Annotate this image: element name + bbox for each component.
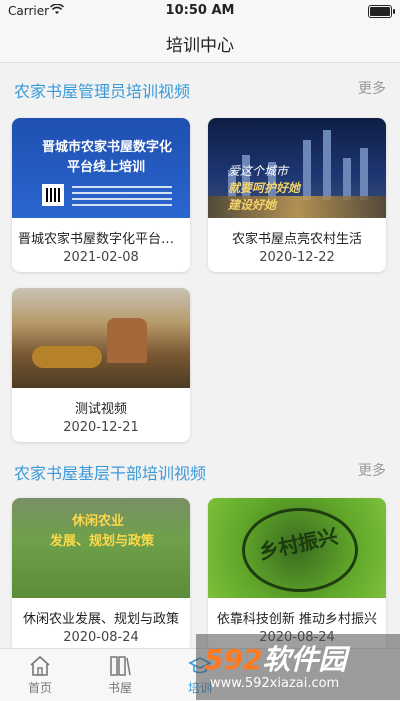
video-date: 2020-12-21 — [63, 420, 139, 435]
video-card[interactable]: 乡村振兴 依靠科技创新 推动乡村振兴 2020-08-24 — [208, 498, 386, 652]
video-title: 依靠科技创新 推动乡村振兴 — [216, 612, 378, 627]
section-header-admin: 农家书屋管理员培训视频 更多 — [0, 70, 400, 106]
battery-icon — [368, 5, 395, 18]
video-date: 2020-08-24 — [63, 630, 139, 645]
thumbnail-text: 爱这个城市 就要呵护好她 建设好她 — [228, 164, 301, 212]
video-date: 2020-12-22 — [259, 250, 335, 265]
qr-code-icon — [42, 184, 64, 206]
video-title: 农家书屋点亮农村生活 — [231, 232, 362, 247]
video-card[interactable]: 晋城市农家书屋数字化 平台线上培训 晋城农家书屋数字化平台线上... 2021-… — [12, 118, 190, 272]
watermark-url: www.592xiazai.com — [210, 676, 340, 691]
status-time: 10:50 AM — [165, 3, 235, 18]
site-watermark: 592软件园 www.592xiazai.com — [196, 634, 400, 700]
bookshelf-icon — [110, 656, 131, 676]
tab-label: 书屋 — [107, 681, 132, 695]
video-thumbnail: 晋城市农家书屋数字化 平台线上培训 — [12, 118, 190, 218]
video-date: 2021-02-08 — [63, 250, 139, 265]
section-title: 农家书屋管理员培训视频 — [14, 82, 191, 101]
thumbnail-text: 发展、规划与政策 — [50, 534, 155, 549]
status-bar: Carrier 10:50 AM — [0, 0, 400, 22]
video-title: 测试视频 — [74, 402, 127, 417]
video-card[interactable]: 爱这个城市 就要呵护好她 建设好她 农家书屋点亮农村生活 2020-12-22 — [208, 118, 386, 272]
more-link[interactable]: 更多 — [358, 78, 386, 98]
section-title: 农家书屋基层干部培训视频 — [14, 464, 207, 483]
video-card[interactable]: 测试视频 2020-12-21 — [12, 288, 190, 442]
video-title: 休闲农业发展、规划与政策 — [22, 612, 179, 627]
tab-home[interactable]: 首页 — [10, 651, 70, 699]
page-title: 培训中心 — [166, 36, 234, 56]
video-thumbnail — [12, 288, 190, 388]
more-link[interactable]: 更多 — [358, 460, 386, 480]
video-card[interactable]: 休闲农业 发展、规划与政策 休闲农业发展、规划与政策 2020-08-24 — [12, 498, 190, 652]
home-icon — [30, 655, 50, 676]
tab-label: 首页 — [27, 681, 52, 695]
thumbnail-text: 平台线上培训 — [67, 160, 146, 175]
section-header-cadre: 农家书屋基层干部培训视频 更多 — [0, 452, 400, 488]
tab-bookshelf[interactable]: 书屋 — [90, 651, 150, 699]
video-thumbnail: 乡村振兴 — [208, 498, 386, 598]
video-title: 晋城农家书屋数字化平台线上... — [18, 232, 190, 247]
navigation-bar: 培训中心 — [0, 22, 400, 63]
watermark-logo: 592软件园 — [204, 643, 347, 676]
thumbnail-text: 晋城市农家书屋数字化 — [42, 140, 173, 155]
video-thumbnail: 休闲农业 发展、规划与政策 — [12, 498, 190, 598]
thumbnail-text: 休闲农业 — [72, 514, 125, 529]
video-thumbnail: 爱这个城市 就要呵护好她 建设好她 — [208, 118, 386, 218]
